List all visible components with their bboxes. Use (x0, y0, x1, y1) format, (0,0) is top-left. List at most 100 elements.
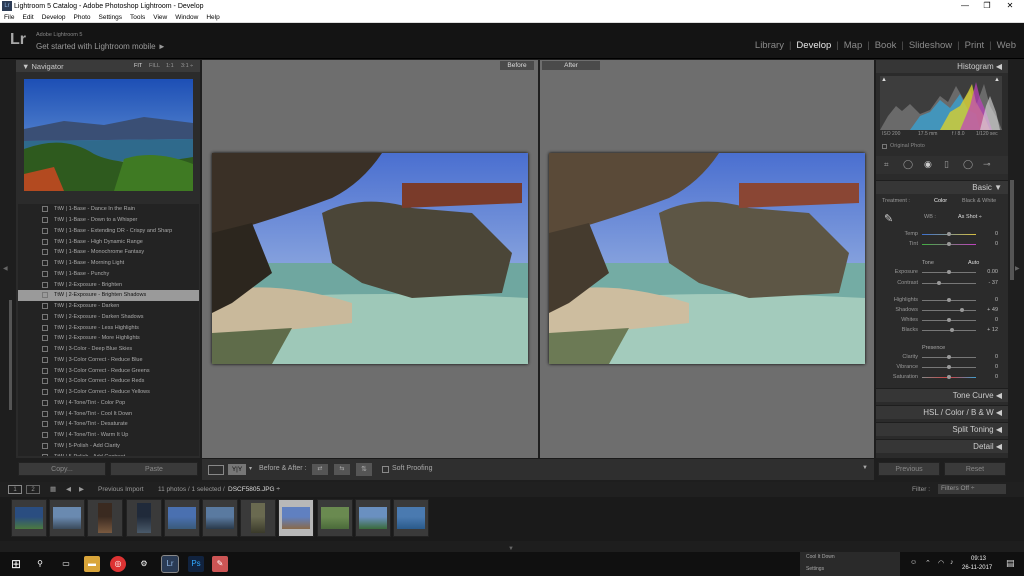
lightroom-taskbar-icon[interactable]: Lr (161, 555, 179, 573)
slider-value[interactable]: 0 (978, 297, 998, 303)
swap-icon[interactable]: ⇅ (356, 463, 372, 476)
collapse-left-icon[interactable]: ◀ (3, 265, 8, 272)
preset-item[interactable]: TtW | 2-Exposure - Darken Shadows (18, 312, 199, 323)
filmstrip-thumbnail[interactable] (49, 499, 86, 537)
preset-item[interactable]: TtW | 2-Exposure - More Highlights (18, 333, 199, 344)
red-eye-icon[interactable]: ◉ (924, 159, 932, 170)
slider-track[interactable] (922, 375, 976, 379)
slider-knob[interactable] (947, 232, 951, 236)
chrome-icon[interactable]: ◎ (110, 556, 126, 572)
maximize-icon[interactable]: ❐ (977, 0, 997, 12)
preset-item[interactable]: TtW | 4-Tone/Tint - Desaturate (18, 419, 199, 430)
menu-edit[interactable]: Edit (22, 14, 33, 21)
slider-value[interactable]: + 49 (978, 307, 998, 313)
tone-curve-header[interactable]: Tone Curve ◀ (876, 388, 1008, 402)
preset-item[interactable]: TtW | 3-Color Correct - Reduce Yellows (18, 387, 199, 398)
start-icon[interactable]: ⊞ (8, 556, 24, 572)
slider-value[interactable]: 0 (978, 317, 998, 323)
adjustment-brush-icon[interactable]: ⊸ (983, 159, 991, 170)
filmstrip-thumbnail[interactable] (125, 499, 162, 537)
soft-proofing-checkbox[interactable] (382, 466, 389, 473)
left-scrollbar[interactable] (9, 300, 12, 410)
task-view-icon[interactable]: ▭ (58, 556, 74, 572)
menu-photo[interactable]: Photo (74, 14, 91, 21)
preset-item[interactable]: TtW | 2-Exposure - Less Highlights (18, 322, 199, 333)
before-after-mode-button[interactable]: Y|Y (228, 464, 246, 475)
previous-button[interactable]: Previous (878, 462, 940, 476)
zoom-fill[interactable]: FILL (149, 63, 160, 69)
grid-view-icon[interactable]: ▦ (50, 485, 56, 493)
slider-knob[interactable] (959, 308, 964, 312)
preset-item[interactable]: TtW | 1-Base - Dance In the Rain (18, 204, 199, 215)
module-develop[interactable]: Develop (796, 40, 831, 51)
preset-item[interactable]: TtW | 2-Exposure - Brighten Shadows (18, 290, 199, 301)
photoshop-taskbar-icon[interactable]: Ps (188, 556, 204, 572)
copy-button[interactable]: Copy... (18, 462, 106, 476)
menu-develop[interactable]: Develop (42, 14, 66, 21)
filmstrip-thumbnail[interactable] (316, 499, 353, 537)
loupe-view-icon[interactable] (208, 465, 224, 475)
filmstrip-thumbnail[interactable] (11, 499, 47, 537)
menu-tools[interactable]: Tools (130, 14, 145, 21)
slider-track[interactable] (922, 298, 976, 302)
filmstrip-thumbnail[interactable] (278, 499, 315, 537)
slider-track[interactable] (922, 365, 976, 369)
settings-gear-icon[interactable]: ⚙ (136, 556, 152, 572)
slider-knob[interactable] (947, 365, 951, 369)
histogram-header[interactable]: Histogram ◀ (876, 60, 1008, 73)
copy-after-icon[interactable]: ⇆ (334, 464, 350, 475)
filmstrip-thumbnail[interactable] (163, 499, 200, 537)
slider-track[interactable] (922, 270, 976, 274)
tray-expand-icon[interactable]: ⌃ (925, 559, 931, 567)
preset-item[interactable]: TtW | 3-Color Correct - Reduce Greens (18, 365, 199, 376)
preset-item[interactable]: TtW | 1-Base - High Dynamic Range (18, 236, 199, 247)
navigator-preview[interactable] (24, 79, 193, 191)
copy-before-icon[interactable]: ⇄ (312, 464, 328, 475)
module-web[interactable]: Web (997, 40, 1016, 51)
slider-knob[interactable] (947, 298, 951, 302)
treatment-color-button[interactable]: Color (934, 198, 947, 204)
filmstrip-thumbnail[interactable] (354, 499, 391, 537)
original-photo-checkbox[interactable] (882, 144, 887, 149)
white-balance-picker-icon[interactable]: ✎ (884, 212, 893, 225)
slider-track[interactable] (922, 232, 976, 236)
menu-settings[interactable]: Settings (99, 14, 123, 21)
filmstrip-source[interactable]: Previous Import (98, 486, 144, 493)
preset-item[interactable]: TtW | 3-Color Correct - Reduce Reds (18, 376, 199, 387)
slider-track[interactable] (922, 242, 976, 246)
clock-time[interactable]: 09:13 (971, 556, 986, 562)
preset-item[interactable]: TtW | 3-Color - Deep Blue Skies (18, 344, 199, 355)
reset-button[interactable]: Reset (944, 462, 1006, 476)
preset-item[interactable]: TtW | 1-Base - Monochrome Fantasy (18, 247, 199, 258)
wb-dropdown[interactable]: As Shot ÷ (958, 214, 982, 220)
before-photo[interactable] (212, 153, 528, 364)
preset-item[interactable]: TtW | 4-Tone/Tint - Warm It Up (18, 430, 199, 441)
graduated-filter-icon[interactable]: ▯ (944, 159, 949, 170)
slider-track[interactable] (922, 308, 976, 312)
auto-tone-button[interactable]: Auto (968, 260, 979, 266)
preset-item[interactable]: TtW | 1-Base - Extending DR - Crispy and… (18, 226, 199, 237)
zoom-1-1[interactable]: 1:1 (166, 63, 174, 69)
filmstrip-thumbnail[interactable] (202, 499, 238, 537)
radial-filter-icon[interactable]: ◯ (963, 159, 973, 170)
split-toning-header[interactable]: Split Toning ◀ (876, 422, 1008, 436)
preset-item[interactable]: TtW | 1-Base - Down to a Whisper (18, 215, 199, 226)
filter-dropdown[interactable]: Filters Off ÷ (938, 484, 1006, 494)
back-arrow-icon[interactable]: ◀ (66, 485, 71, 493)
preset-item[interactable]: TtW | 5-Polish - Add Clarity (18, 441, 199, 452)
detail-header[interactable]: Detail ◀ (876, 439, 1008, 453)
preset-item[interactable]: TtW | 5-Polish - Add Contrast (18, 451, 199, 456)
preset-item[interactable]: TtW | 4-Tone/Tint - Cool It Down (18, 408, 199, 419)
slider-track[interactable] (922, 281, 976, 285)
collapse-right-icon[interactable]: ▶ (1015, 265, 1020, 272)
mobile-link[interactable]: Get started with Lightroom mobile ► (36, 42, 166, 51)
preset-item[interactable]: TtW | 1-Base - Punchy (18, 269, 199, 280)
spot-removal-icon[interactable]: ◯ (903, 159, 913, 170)
slider-value[interactable]: 0 (978, 231, 998, 237)
volume-icon[interactable]: ♪ (950, 559, 954, 566)
preset-item[interactable]: TtW | 4-Tone/Tint - Color Pop (18, 398, 199, 409)
forward-arrow-icon[interactable]: ▶ (79, 485, 84, 493)
crop-tool-icon[interactable]: ⌗ (884, 160, 889, 170)
slider-knob[interactable] (947, 318, 951, 322)
slider-knob[interactable] (947, 355, 951, 359)
